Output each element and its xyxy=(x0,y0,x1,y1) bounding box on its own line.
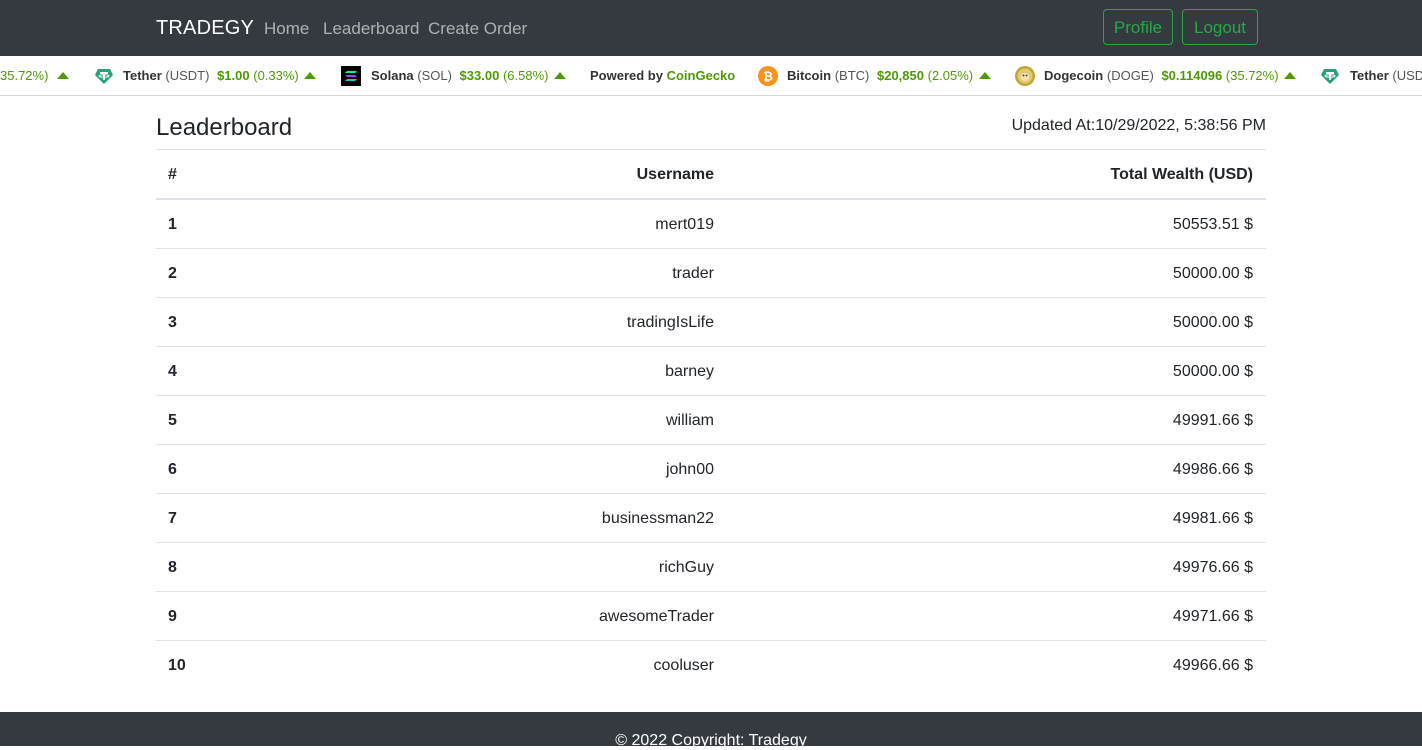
table-row: 5 william 49991.66 $ xyxy=(156,396,1266,445)
wealth-cell: 49976.66 $ xyxy=(1172,559,1253,576)
rank-cell: 1 xyxy=(168,216,177,233)
username-cell: awesomeTrader xyxy=(598,608,714,625)
up-arrow-icon xyxy=(1284,72,1296,79)
username-cell: mert019 xyxy=(655,216,714,233)
tether-icon xyxy=(95,69,113,84)
username-cell: john00 xyxy=(665,461,714,478)
ticker-change: 35.72%) xyxy=(0,68,49,83)
header-rank: # xyxy=(168,166,177,183)
powered-by-coingecko[interactable]: Powered by CoinGecko xyxy=(590,56,735,95)
wealth-cell: 50000.00 $ xyxy=(1172,265,1253,282)
table-row: 3 tradingIsLife 50000.00 $ xyxy=(156,298,1266,347)
rank-cell: 3 xyxy=(168,314,177,331)
table-row: 9 awesomeTrader 49971.66 $ xyxy=(156,592,1266,641)
wealth-cell: 49986.66 $ xyxy=(1172,461,1253,478)
up-arrow-icon xyxy=(554,72,566,79)
nav-home[interactable]: Home xyxy=(264,19,309,39)
up-arrow-icon xyxy=(304,72,316,79)
tether-icon xyxy=(1321,69,1339,84)
navbar: TRADEGY Home Leaderboard Create Order Pr… xyxy=(0,0,1422,56)
dogecoin-icon xyxy=(1015,66,1035,86)
header-total-wealth: Total Wealth (USD) xyxy=(1110,166,1253,183)
ticker-item-tether[interactable]: Tether (USDT) $1.00 (0.33%) xyxy=(123,56,299,95)
ticker-item-tether[interactable]: Tether (USD xyxy=(1350,56,1422,95)
username-cell: barney xyxy=(665,363,714,380)
rank-cell: 10 xyxy=(168,657,186,674)
table-row: 10 cooluser 49966.66 $ xyxy=(156,641,1266,690)
rank-cell: 4 xyxy=(168,363,177,380)
brand-logo[interactable]: TRADEGY xyxy=(156,17,254,39)
wealth-cell: 50000.00 $ xyxy=(1172,314,1253,331)
wealth-cell: 49971.66 $ xyxy=(1172,608,1253,625)
up-arrow-icon xyxy=(57,72,69,79)
username-cell: william xyxy=(666,412,714,429)
username-cell: tradingIsLife xyxy=(626,314,714,331)
nav-create-order[interactable]: Create Order xyxy=(428,19,527,39)
wealth-cell: 50000.00 $ xyxy=(1172,363,1253,380)
table-header-row: # Username Total Wealth (USD) xyxy=(156,150,1266,200)
ticker-item-solana[interactable]: Solana (SOL) $33.00 (6.58%) xyxy=(371,56,548,95)
rank-cell: 9 xyxy=(168,608,177,625)
wealth-cell: 49966.66 $ xyxy=(1172,657,1253,674)
rank-cell: 8 xyxy=(168,559,177,576)
table-row: 4 barney 50000.00 $ xyxy=(156,347,1266,396)
username-cell: businessman22 xyxy=(601,510,714,527)
wealth-cell: 49981.66 $ xyxy=(1172,510,1253,527)
ticker-item-bitcoin[interactable]: Bitcoin (BTC) $20,850 (2.05%) xyxy=(787,56,973,95)
logout-button[interactable]: Logout xyxy=(1182,9,1258,45)
bitcoin-icon: ₿ xyxy=(758,66,778,86)
wealth-cell: 49991.66 $ xyxy=(1172,412,1253,429)
nav-leaderboard[interactable]: Leaderboard xyxy=(323,19,419,39)
table-row: 6 john00 49986.66 $ xyxy=(156,445,1266,494)
ticker-item-dogecoin[interactable]: Dogecoin (DOGE) $0.114096 (35.72%) xyxy=(1044,56,1279,95)
leaderboard-table: # Username Total Wealth (USD) 1 mert019 … xyxy=(156,149,1266,690)
rank-cell: 6 xyxy=(168,461,177,478)
up-arrow-icon xyxy=(979,72,991,79)
username-cell: richGuy xyxy=(658,559,714,576)
rank-cell: 7 xyxy=(168,510,177,527)
header-username: Username xyxy=(636,166,714,183)
page-title: Leaderboard xyxy=(156,114,293,141)
svg-text:₿: ₿ xyxy=(763,70,773,84)
rank-cell: 5 xyxy=(168,412,177,429)
table-row: 2 trader 50000.00 $ xyxy=(156,249,1266,298)
username-cell: cooluser xyxy=(653,657,714,674)
table-row: 1 mert019 50553.51 $ xyxy=(156,200,1266,249)
table-row: 8 richGuy 49976.66 $ xyxy=(156,543,1266,592)
wealth-cell: 50553.51 $ xyxy=(1172,216,1253,233)
updated-timestamp: Updated At:10/29/2022, 5:38:56 PM xyxy=(1011,117,1266,134)
copyright-text: © 2022 Copyright: Tradegy xyxy=(615,732,807,749)
price-ticker: 35.72%) Tether (USDT) $1.00 (0.33%) Sola… xyxy=(0,56,1422,96)
profile-button[interactable]: Profile xyxy=(1103,9,1173,45)
rank-cell: 2 xyxy=(168,265,177,282)
username-cell: trader xyxy=(672,265,714,282)
table-row: 7 businessman22 49981.66 $ xyxy=(156,494,1266,543)
footer: © 2022 Copyright: Tradegy xyxy=(0,712,1422,749)
solana-icon xyxy=(341,66,361,86)
